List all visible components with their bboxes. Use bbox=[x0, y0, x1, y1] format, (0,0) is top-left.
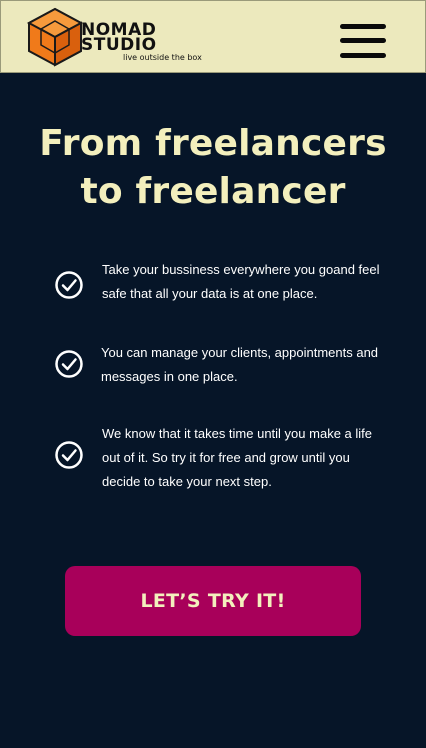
hero-title-line2: to freelancer bbox=[80, 171, 346, 212]
check-circle-icon bbox=[55, 441, 83, 469]
check-circle-icon bbox=[55, 271, 83, 299]
try-it-button[interactable]: LET’S TRY IT! bbox=[65, 566, 361, 636]
brand-name-line2: STUDIO bbox=[81, 35, 157, 55]
menu-bar-bottom bbox=[340, 53, 386, 58]
site-header: NOMAD STUDIO live outside the box bbox=[0, 0, 426, 73]
hamburger-menu-icon[interactable] bbox=[340, 24, 386, 60]
menu-bar-middle bbox=[340, 38, 386, 43]
check-circle-icon bbox=[55, 350, 83, 378]
cube-logo-icon[interactable] bbox=[25, 7, 85, 67]
menu-bar-top bbox=[340, 24, 386, 29]
feature-text: You can manage your clients, appointment… bbox=[101, 345, 379, 384]
hero-title: From freelancers to freelancer bbox=[0, 120, 426, 216]
feature-text: Take your bussiness everywhere you goand… bbox=[102, 262, 380, 301]
hero-title-line1: From freelancers bbox=[39, 123, 387, 164]
feature-text: We know that it takes time until you mak… bbox=[102, 426, 372, 489]
brand-tagline: live outside the box bbox=[123, 53, 202, 62]
